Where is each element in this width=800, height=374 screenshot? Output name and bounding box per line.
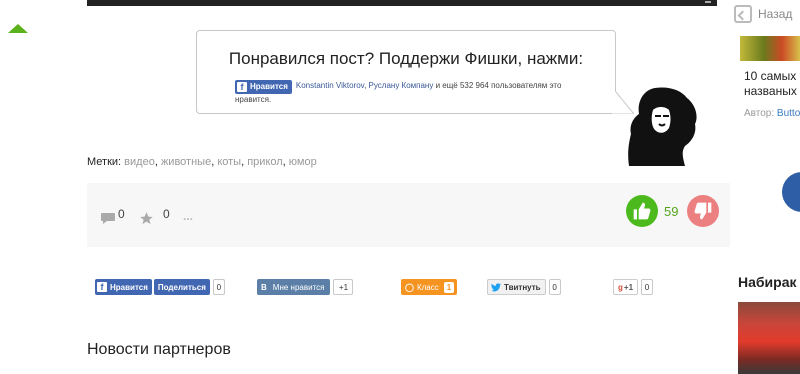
back-label: Назад <box>758 7 793 21</box>
partners-news-heading: Новости партнеров <box>87 341 231 358</box>
tweet-count: 0 <box>548 279 561 295</box>
sidebar-article-title-line: названых <box>744 84 797 98</box>
sidebar-floating-circle-button[interactable] <box>782 172 800 212</box>
fb-like-button-label: Нравится <box>250 82 288 91</box>
fb-share-like-button[interactable]: f Нравится <box>95 279 152 295</box>
tweet-label: Твитнуть <box>504 282 541 292</box>
fb-like-button[interactable]: f Нравится <box>235 80 292 94</box>
tag-link[interactable]: животные <box>161 156 211 168</box>
tag-link[interactable]: юмор <box>289 156 317 168</box>
twitter-bird-icon <box>491 282 501 291</box>
tag-link[interactable]: видео <box>124 156 155 168</box>
comment-icon[interactable] <box>100 212 116 225</box>
support-title: Понравился пост? Поддержи Фишки, нажми: <box>228 49 584 68</box>
back-button[interactable]: Назад <box>734 5 792 23</box>
fb-like-widget: f Нравится Konstantin Viktorov, Руслану Ко… <box>235 80 595 106</box>
vk-like-label: Мне нравится <box>272 282 325 292</box>
author-link[interactable]: Butto <box>777 108 800 119</box>
author-label: Автор: <box>744 108 775 119</box>
ok-class-label: Класс <box>416 282 439 292</box>
sidebar-section-thumbnail[interactable] <box>738 302 800 374</box>
sidebar-article-author: Автор: Butto <box>744 108 800 119</box>
post-stats-bar: 0 0 ... 59 <box>87 183 730 247</box>
sidebar-section-title: Набирак <box>738 274 797 290</box>
like-button[interactable] <box>626 195 658 227</box>
gplus-icon: g <box>618 282 623 292</box>
sidebar-article-title[interactable]: 10 самых названых <box>744 69 797 99</box>
rating-value: 59 <box>664 204 679 219</box>
facebook-icon: f <box>237 82 247 92</box>
gplus-share-widget: g +1 0 <box>613 279 654 296</box>
gplus-label: +1 <box>623 282 634 292</box>
vk-icon: B <box>261 282 267 292</box>
vk-like-count: +1 <box>333 279 354 295</box>
thumbs-down-icon <box>694 202 712 220</box>
more-options-button[interactable]: ... <box>183 209 193 223</box>
favorites-count: 0 <box>163 207 170 221</box>
fb-friend-link-2[interactable]: Руслану Компану <box>369 81 434 90</box>
dislike-button[interactable] <box>687 195 719 227</box>
vk-like-button[interactable]: B Мне нравится <box>257 279 331 295</box>
facebook-share-widget: f Нравится Поделиться 0 <box>95 279 225 296</box>
fb-share-like-label: Нравится <box>110 282 148 292</box>
gplus-button[interactable]: g +1 <box>613 279 639 295</box>
tweet-button[interactable]: Твитнуть <box>487 279 546 295</box>
vk-share-widget: B Мне нравится +1 <box>257 279 354 296</box>
comments-count: 0 <box>118 207 125 221</box>
ok-class-button[interactable]: ◯ Класс 1 <box>401 279 458 295</box>
back-arrow-icon <box>734 5 752 23</box>
fb-share-count: 0 <box>212 279 225 295</box>
ok-icon: ◯ <box>405 282 414 292</box>
mascot-silhouette-image <box>628 87 697 166</box>
facebook-icon: f <box>97 282 107 292</box>
video-player-bottom-bar <box>87 0 717 6</box>
ok-share-widget: ◯ Класс 1 <box>401 279 458 296</box>
ok-class-count: 1 <box>443 281 455 293</box>
right-sidebar: Назад 10 самых названых Автор: Butto Наб… <box>730 0 800 374</box>
fb-share-button[interactable]: Поделиться <box>153 279 210 295</box>
scroll-up-arrow-icon[interactable] <box>8 24 28 33</box>
support-bubble: Понравился пост? Поддержи Фишки, нажми: … <box>196 30 616 114</box>
tag-link[interactable]: прикол <box>247 156 282 168</box>
thumbs-up-icon <box>633 202 651 220</box>
tags-label: Метки <box>87 156 119 168</box>
star-icon[interactable] <box>139 211 154 226</box>
fb-friend-link-1[interactable]: Konstantin Viktorov <box>296 81 364 90</box>
player-close-icon[interactable] <box>705 1 711 3</box>
sidebar-article-title-line: 10 самых <box>744 69 797 83</box>
twitter-share-widget: Твитнуть 0 <box>487 279 561 296</box>
post-tags: Метки: видео, животные, коты, прикол, юм… <box>87 156 317 168</box>
tag-link[interactable]: коты <box>217 156 241 168</box>
sidebar-article-thumbnail[interactable] <box>740 36 800 61</box>
gplus-count: 0 <box>641 279 654 295</box>
